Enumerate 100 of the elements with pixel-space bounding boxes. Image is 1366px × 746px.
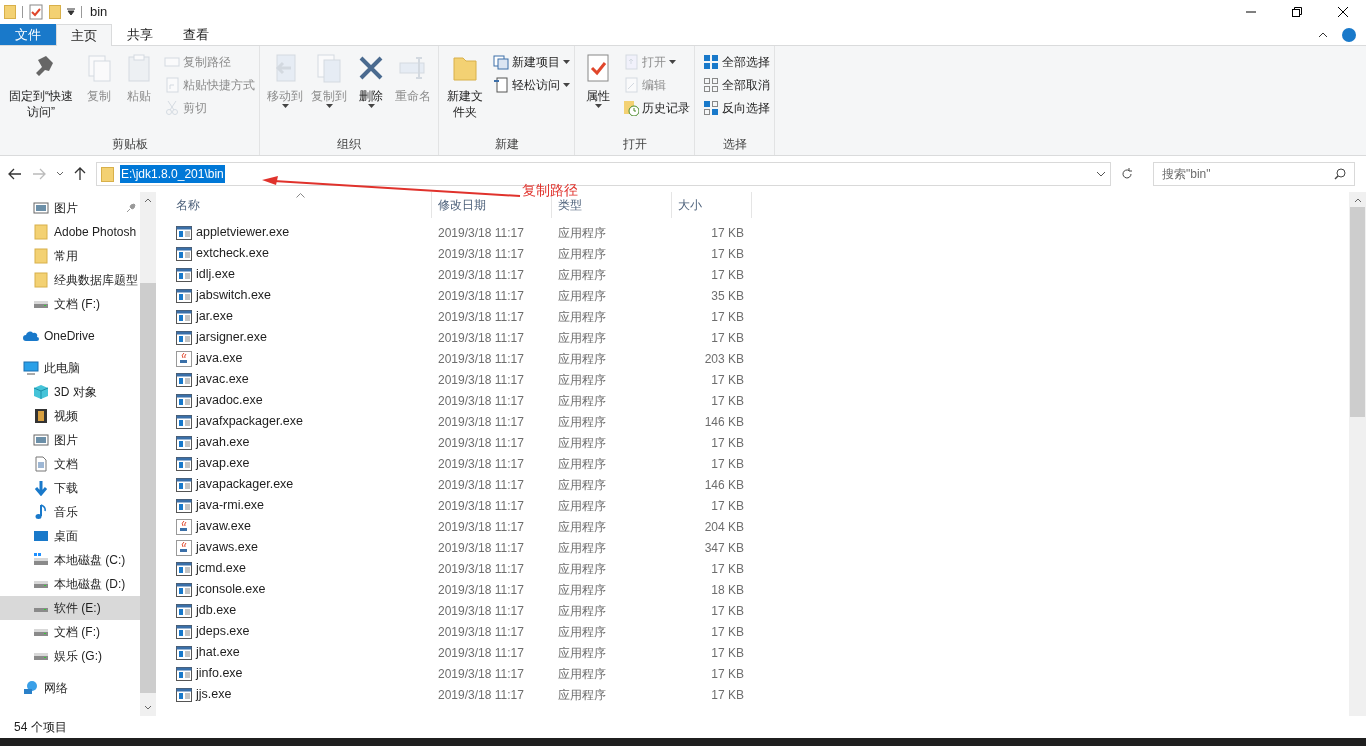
nav-item[interactable]: 音乐 — [0, 500, 140, 524]
file-name[interactable]: jjs.exe — [196, 685, 232, 704]
nav-item[interactable]: 桌面 — [0, 524, 140, 548]
file-name[interactable]: javac.exe — [196, 370, 249, 389]
ribbon-button[interactable]: 反向选择 — [703, 98, 770, 117]
scrollbar[interactable] — [1349, 192, 1366, 716]
size-cell-text: 17 KB — [710, 329, 745, 347]
file-name[interactable]: jdeps.exe — [196, 622, 250, 641]
size-cell-text: 17 KB — [710, 308, 745, 326]
file-name[interactable]: jabswitch.exe — [196, 286, 272, 305]
scroll-down-icon[interactable] — [144, 705, 152, 710]
back-icon[interactable] — [8, 168, 22, 180]
date-cell-text: 2019/3/18 11:17 — [437, 518, 525, 536]
folder-icon — [101, 166, 114, 182]
file-name[interactable]: jconsole.exe — [196, 580, 266, 599]
nav-item[interactable]: 软件 (E:) — [0, 596, 140, 620]
file-name[interactable]: javafxpackager.exe — [196, 412, 303, 431]
file-name[interactable]: javaws.exe — [196, 538, 258, 557]
ribbon-button[interactable]: 删除 — [352, 52, 390, 135]
nav-item[interactable]: 本地磁盘 (C:) — [0, 548, 140, 572]
file-name[interactable]: javapackager.exe — [196, 475, 294, 494]
file-name[interactable]: extcheck.exe — [196, 244, 269, 263]
group-label: 组织 — [336, 136, 362, 153]
application-icon — [176, 266, 192, 283]
refresh-icon[interactable] — [1121, 168, 1133, 180]
type-cell-text: 应用程序 — [557, 602, 607, 620]
ribbon-button[interactable]: 轻松访问 — [493, 75, 570, 94]
ribbon-tab[interactable]: 文件 — [0, 24, 56, 45]
nav-item[interactable]: 文档 — [0, 452, 140, 476]
date-cell-text: 2019/3/18 11:17 — [437, 539, 525, 557]
nav-item[interactable]: 文档 (F:) — [0, 292, 140, 316]
ribbon-tab[interactable]: 共享 — [112, 24, 168, 45]
ribbon-button[interactable]: 属性 — [579, 52, 617, 135]
nav-item[interactable]: 下载 — [0, 476, 140, 500]
file-name[interactable]: javah.exe — [196, 433, 250, 452]
ribbon-button[interactable]: 历史记录 — [623, 98, 690, 117]
nav-item[interactable]: Adobe Photosh — [0, 220, 140, 244]
date-cell-text: 2019/3/18 11:17 — [437, 455, 525, 473]
search-field[interactable]: 搜索"bin" — [1153, 162, 1355, 186]
grid-icon — [703, 99, 719, 116]
size-cell-text: 17 KB — [710, 434, 745, 452]
application-icon — [176, 560, 192, 577]
application-icon — [176, 686, 192, 703]
file-name[interactable]: appletviewer.exe — [196, 223, 290, 242]
date-cell-text: 2019/3/18 11:17 — [437, 665, 525, 683]
application-icon — [176, 497, 192, 514]
nav-item[interactable]: 娱乐 (G:) — [0, 644, 140, 668]
scrollbar[interactable] — [140, 192, 156, 716]
ribbon-button[interactable]: 新建文件夹 — [443, 52, 487, 135]
properties-icon[interactable] — [29, 4, 43, 20]
dropdown-icon[interactable] — [67, 8, 75, 16]
file-name[interactable]: javadoc.exe — [196, 391, 263, 410]
folder-icon — [33, 272, 49, 288]
ribbon-button[interactable]: 全部选择 — [703, 52, 770, 71]
scroll-up-icon[interactable] — [144, 198, 152, 203]
file-name[interactable]: jar.exe — [196, 307, 233, 326]
file-name[interactable]: jinfo.exe — [196, 664, 243, 683]
nav-item[interactable]: 网络 — [0, 676, 140, 700]
nav-item[interactable]: 图片 — [0, 196, 140, 220]
file-name[interactable]: jdb.exe — [196, 601, 237, 620]
ribbon-button[interactable]: 全部取消 — [703, 75, 770, 94]
group-label: 选择 — [721, 136, 748, 153]
nav-item[interactable]: 视频 — [0, 404, 140, 428]
group-label: 打开 — [621, 136, 648, 153]
nav-item[interactable]: 文档 (F:) — [0, 620, 140, 644]
ribbon-button[interactable]: 新建项目 — [493, 52, 570, 71]
file-name[interactable]: jhat.exe — [196, 643, 240, 662]
size-cell-text: 17 KB — [710, 266, 745, 284]
file-name[interactable]: java-rmi.exe — [196, 496, 265, 515]
collapse-ribbon-icon[interactable] — [1318, 31, 1328, 38]
application-icon — [176, 434, 192, 451]
ribbon-button[interactable]: 固定到“快速访问” — [4, 52, 78, 135]
nav-item[interactable]: 3D 对象 — [0, 380, 140, 404]
column-header[interactable]: 大小 — [672, 192, 752, 218]
nav-item[interactable]: OneDrive — [0, 324, 140, 348]
date-cell-text: 2019/3/18 11:17 — [437, 392, 525, 410]
date-cell-text: 2019/3/18 11:17 — [437, 371, 525, 389]
dropdown-icon[interactable] — [1096, 171, 1106, 177]
nav-item[interactable]: 图片 — [0, 428, 140, 452]
size-cell-text: 17 KB — [710, 224, 745, 242]
file-name[interactable]: java.exe — [196, 349, 243, 368]
ribbon-tab[interactable]: 主页 — [56, 24, 112, 46]
nav-item[interactable]: 常用 — [0, 244, 140, 268]
file-name[interactable]: jcmd.exe — [196, 559, 247, 578]
nav-item[interactable]: 本地磁盘 (D:) — [0, 572, 140, 596]
file-name[interactable]: jarsigner.exe — [196, 328, 267, 347]
search-icon[interactable] — [1334, 168, 1346, 180]
ribbon-tab[interactable]: 查看 — [168, 24, 224, 45]
size-cell-text: 17 KB — [710, 392, 745, 410]
scroll-up-icon[interactable] — [1353, 198, 1362, 203]
up-icon[interactable] — [74, 167, 86, 181]
java-cup-icon — [176, 518, 192, 535]
column-header[interactable]: 名称 — [170, 192, 432, 218]
file-name[interactable]: idlj.exe — [196, 265, 235, 284]
dropdown-icon[interactable] — [56, 171, 64, 177]
file-name[interactable]: javap.exe — [196, 454, 250, 473]
nav-item[interactable]: 此电脑 — [0, 356, 140, 380]
nav-item[interactable]: 经典数据库题型 — [0, 268, 140, 292]
drive-icon — [33, 300, 49, 308]
file-name[interactable]: javaw.exe — [196, 517, 251, 536]
